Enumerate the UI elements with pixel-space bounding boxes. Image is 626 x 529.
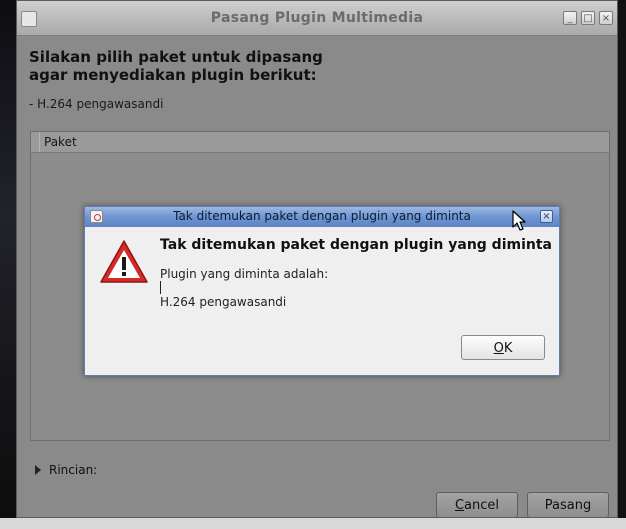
cancel-label-rest: ancel xyxy=(464,498,500,513)
package-list-header: Paket xyxy=(31,132,609,153)
cancel-button[interactable]: Cancel xyxy=(436,492,518,518)
main-titlebar[interactable]: Pasang Plugin Multimedia _ □ × xyxy=(17,1,617,36)
ok-button[interactable]: OK xyxy=(461,335,545,360)
desktop-background-right xyxy=(618,0,626,529)
desktop-background-left xyxy=(0,0,16,529)
cancel-mnemonic: C xyxy=(454,498,465,513)
maximize-button[interactable]: □ xyxy=(581,11,595,25)
ok-label-rest: K xyxy=(503,341,513,356)
minimize-button[interactable]: _ xyxy=(563,11,577,25)
ok-mnemonic: O xyxy=(493,341,504,356)
desktop-background-bottom xyxy=(0,518,626,529)
dialog-title: Tak ditemukan paket dengan plugin yang d… xyxy=(173,209,471,223)
dialog-message-line-2: H.264 pengawasandi xyxy=(160,295,287,309)
main-window-title: Pasang Plugin Multimedia xyxy=(210,10,424,26)
expander-arrow-icon xyxy=(35,465,41,475)
instruction-line-2: agar menyediakan plugin berikut: xyxy=(29,66,317,84)
not-found-dialog: Tak ditemukan paket dengan plugin yang d… xyxy=(84,206,560,376)
column-header-package[interactable]: Paket xyxy=(39,132,77,152)
close-button[interactable]: × xyxy=(599,11,613,25)
dialog-close-button[interactable]: × xyxy=(540,210,553,223)
instruction-line-1: Silakan pilih paket untuk dipasang xyxy=(29,48,323,66)
mouse-pointer-icon xyxy=(512,210,526,231)
dialog-titlebar[interactable]: Tak ditemukan paket dengan plugin yang d… xyxy=(85,207,559,227)
warning-icon xyxy=(100,240,148,283)
instruction-heading: Silakan pilih paket untuk dipasang agar … xyxy=(29,48,589,84)
text-caret xyxy=(160,281,161,294)
details-expander-label: Rincian: xyxy=(49,463,98,477)
required-plugin-item: - H.264 pengawasandi xyxy=(29,97,164,111)
details-expander[interactable]: Rincian: xyxy=(35,463,97,477)
dialog-heading: Tak ditemukan paket dengan plugin yang d… xyxy=(160,237,552,253)
install-button[interactable]: Pasang xyxy=(527,492,609,518)
dialog-message-line-1: Plugin yang diminta adalah: xyxy=(160,267,329,281)
